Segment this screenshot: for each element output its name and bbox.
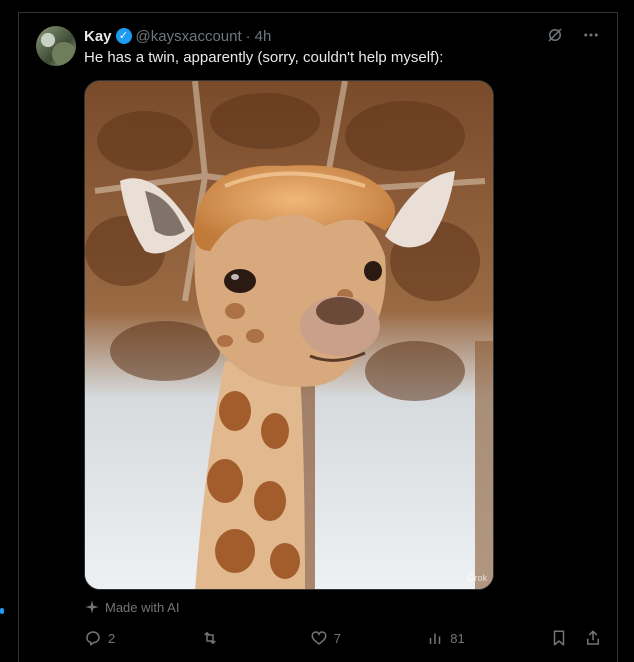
- repost-icon: [203, 631, 216, 645]
- reply-button[interactable]: 2: [84, 629, 115, 647]
- reply-icon: [86, 631, 100, 646]
- app-frame: Kay ✓ @kaysxaccount · 4h He has a twin, …: [0, 0, 634, 662]
- views-button[interactable]: 81: [426, 629, 465, 647]
- post-header: Kay ✓ @kaysxaccount · 4h: [84, 26, 271, 46]
- views-icon: [430, 633, 441, 644]
- sparkle-icon: [85, 600, 99, 614]
- like-count: 7: [333, 630, 341, 646]
- post-secondary-actions: [550, 629, 602, 647]
- post-time[interactable]: 4h: [255, 28, 272, 45]
- verified-badge-icon[interactable]: ✓: [115, 28, 132, 44]
- post-image[interactable]: ◌ Grok: [84, 80, 494, 590]
- grok-watermark: ◌ Grok: [459, 573, 487, 583]
- giraffe-image: [85, 81, 493, 589]
- post-actions: 2 7 81: [84, 628, 602, 648]
- more-icon[interactable]: [582, 26, 600, 44]
- repost-button[interactable]: [201, 629, 225, 647]
- made-with-ai-text: Made with AI: [105, 599, 180, 615]
- author-name[interactable]: Kay: [84, 28, 112, 45]
- grok-icon[interactable]: [546, 26, 564, 44]
- bookmark-button[interactable]: [550, 629, 568, 647]
- bookmark-icon: [553, 630, 565, 646]
- post-top-actions: [546, 26, 600, 44]
- views-count: 81: [450, 630, 465, 646]
- post-text: He has a twin, apparently (sorry, couldn…: [84, 49, 444, 66]
- grok-watermark-label: Grok: [467, 573, 487, 583]
- grok-watermark-icon: ◌: [459, 573, 465, 583]
- share-button[interactable]: [584, 629, 602, 647]
- share-icon: [587, 630, 599, 645]
- like-button[interactable]: 7: [310, 629, 341, 647]
- separator: ·: [245, 27, 251, 45]
- author-handle[interactable]: @kaysxaccount: [136, 28, 242, 45]
- heart-icon: [311, 631, 327, 645]
- notification-dot: [0, 608, 4, 614]
- reply-count: 2: [108, 630, 116, 646]
- avatar[interactable]: [36, 26, 76, 66]
- made-with-ai-label: Made with AI: [84, 599, 179, 615]
